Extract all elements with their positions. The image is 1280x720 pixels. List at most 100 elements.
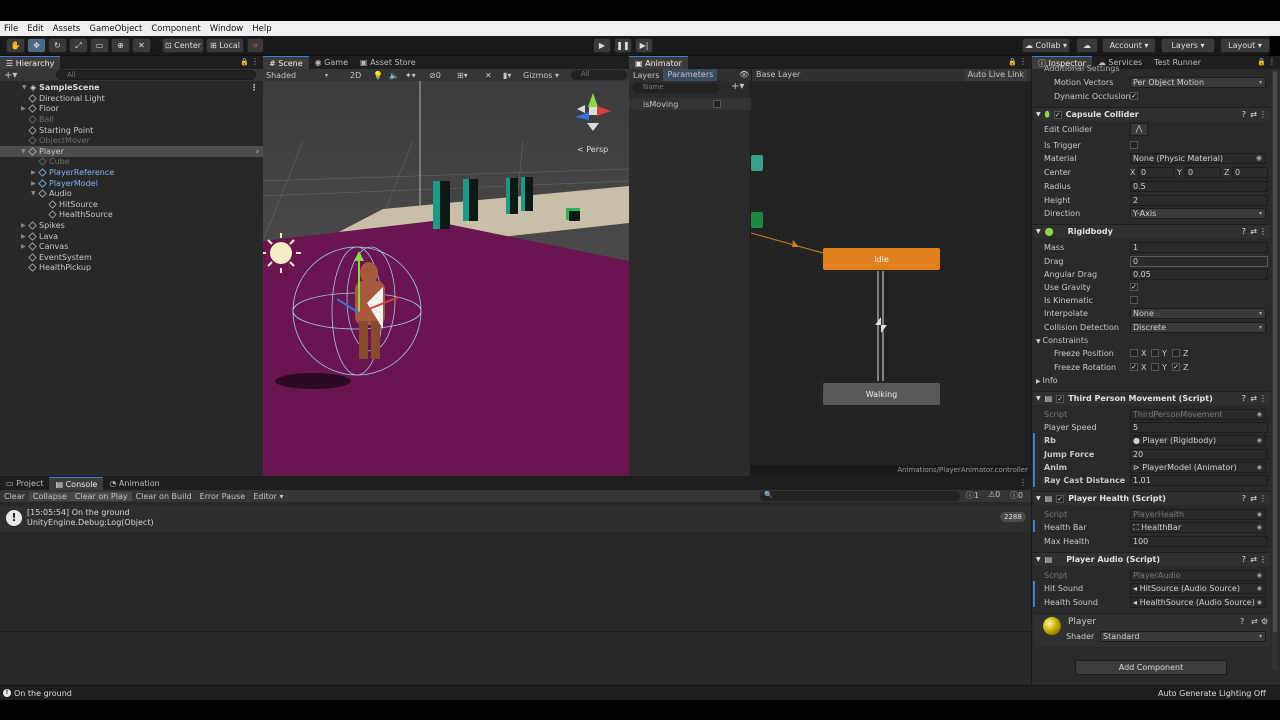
player-health-header[interactable]: ▼ ▤ ✓ Player Health (Script) ? ⇄ ⋮ (1034, 491, 1270, 505)
hierarchy-item[interactable]: Cube (0, 157, 263, 168)
material-gear-icon[interactable]: ⚙ (1261, 617, 1268, 626)
add-component-button[interactable]: Add Component (1075, 660, 1227, 675)
tab-project[interactable]: ▭ Project (0, 477, 49, 490)
transform-tool-icon[interactable]: ⊕ (111, 38, 130, 53)
hierarchy-item[interactable]: ▶ Spikes (0, 220, 263, 231)
animator-menu-icon[interactable]: ⋮ (1019, 57, 1027, 66)
gizmos-dropdown[interactable]: Gizmos ▾ (523, 71, 559, 80)
health-foldout-arrow-icon[interactable]: ▼ (1036, 495, 1041, 502)
collapse-button[interactable]: Collapse (28, 491, 71, 501)
hit-sound-picker-icon[interactable]: ◉ (1257, 584, 1262, 593)
parameter-bool-checkbox[interactable] (713, 100, 721, 108)
hierarchy-item[interactable]: ▶ PlayerModel (0, 178, 263, 189)
health-sound-field[interactable]: ◂ HealthSource (Audio Source) ◉ (1130, 597, 1266, 608)
inspector-scrollbar[interactable] (1272, 70, 1278, 670)
hierarchy-item[interactable]: Ball (0, 114, 263, 125)
angular-drag-field[interactable]: 0.05 (1130, 269, 1268, 280)
inspector-lock-icon[interactable]: 🔒 (1257, 58, 1266, 66)
hierarchy-item[interactable]: ▼ Audio (0, 188, 263, 199)
pivot-local-button[interactable]: ⊞ Local (206, 38, 244, 53)
hierarchy-item[interactable]: ObjectMover (0, 135, 263, 146)
is-trigger-checkbox[interactable] (1130, 141, 1138, 149)
scene-search-input[interactable]: All (571, 70, 627, 80)
rotate-tool-icon[interactable]: ↻ (48, 38, 67, 53)
scene-viewport[interactable]: < Persp (263, 81, 629, 476)
cloud-icon[interactable]: ☁ (1076, 38, 1098, 53)
rect-tool-icon[interactable]: ▭ (90, 38, 109, 53)
health-enabled-checkbox[interactable]: ✓ (1056, 494, 1065, 503)
menu-help[interactable]: Help (252, 24, 271, 34)
state-walking[interactable]: Walking (823, 383, 940, 405)
is-kinematic-checkbox[interactable] (1130, 296, 1138, 304)
panel-menu-icon[interactable]: ⋮ (251, 57, 259, 66)
inspector-scroll-thumb[interactable] (1273, 72, 1277, 632)
prefab-open-icon[interactable]: › (256, 147, 259, 156)
center-x-field[interactable]: 0 (1138, 167, 1174, 178)
ray-cast-distance-field[interactable]: 1.01 (1130, 475, 1268, 486)
hierarchy-item[interactable]: ▶ PlayerReference (0, 167, 263, 178)
info-foldout[interactable]: ▶ Info (1036, 376, 1058, 385)
rb-picker-icon[interactable]: ◉ (1257, 436, 1262, 445)
menu-assets[interactable]: Assets (53, 24, 81, 34)
material-field[interactable]: None (Physic Material) ◉ (1130, 153, 1266, 164)
tab-hierarchy[interactable]: ☰ Hierarchy (0, 56, 61, 69)
tools-icon[interactable]: ✕ (485, 71, 492, 80)
base-layer-breadcrumb[interactable]: Base Layer (756, 70, 800, 79)
effects-toggle-icon[interactable]: ✦▾ (405, 71, 416, 80)
menu-edit[interactable]: Edit (27, 24, 43, 34)
health-preset-icon[interactable]: ⇄ (1250, 494, 1257, 503)
console-search-input[interactable]: 🔍 (760, 491, 960, 501)
any-state-node[interactable] (751, 155, 763, 171)
direction-dropdown[interactable]: Y-Axis ▾ (1130, 208, 1266, 219)
health-sound-picker-icon[interactable]: ◉ (1257, 598, 1262, 607)
clear-button[interactable]: Clear (0, 492, 29, 501)
rb-menu-icon[interactable]: ⋮ (1259, 227, 1267, 236)
freeze-pos-y-checkbox[interactable] (1151, 349, 1159, 357)
freeze-rot-x-checkbox[interactable]: ✓ (1130, 363, 1138, 371)
component-menu-icon[interactable]: ⋮ (1259, 110, 1267, 119)
camera-icon[interactable]: ▮▾ (503, 71, 511, 80)
rb-preset-icon[interactable]: ⇄ (1250, 227, 1257, 236)
health-bar-field[interactable]: ⛶ HealthBar ◉ (1130, 522, 1266, 533)
edit-collider-button[interactable]: ⋀ (1130, 123, 1148, 136)
move-tool-icon[interactable]: ✥ (27, 38, 46, 53)
hierarchy-item[interactable]: Directional Light (0, 93, 263, 104)
menu-window[interactable]: Window (210, 24, 244, 34)
drag-field[interactable]: 0 (1130, 256, 1268, 267)
custom-tool-icon[interactable]: ✕ (132, 38, 151, 53)
hidden-objects-icon[interactable]: ⊘0 (429, 71, 441, 80)
play-button[interactable]: ▶ (593, 38, 611, 53)
parameters-subtab[interactable]: Parameters (663, 69, 718, 81)
tab-asset-store[interactable]: ▣ Asset Store (354, 56, 422, 69)
2d-toggle[interactable]: 2D (350, 71, 361, 80)
inspector-menu-icon[interactable]: ⋮ (1268, 57, 1276, 66)
create-plus-icon[interactable]: +▾ (4, 70, 17, 81)
log-entry[interactable]: ! [15:05:54] On the ground UnityEngine.D… (0, 506, 1031, 532)
height-field[interactable]: 2 (1130, 195, 1268, 206)
hierarchy-item[interactable]: ▶ Canvas (0, 241, 263, 252)
hierarchy-search-input[interactable]: All (56, 70, 256, 80)
max-health-field[interactable]: 100 (1130, 536, 1268, 547)
audio-foldout-arrow-icon[interactable]: ▼ (1036, 556, 1041, 563)
lighting-toggle-icon[interactable]: 💡 (373, 71, 383, 80)
center-y-field[interactable]: 0 (1185, 167, 1221, 178)
anim-picker-icon[interactable]: ◉ (1257, 463, 1262, 472)
clear-on-play-button[interactable]: Clear on Play (70, 491, 132, 501)
menu-file[interactable]: File (4, 24, 18, 34)
scale-tool-icon[interactable]: ⤢ (69, 38, 88, 53)
audio-preset-icon[interactable]: ⇄ (1250, 555, 1257, 564)
parameter-row[interactable]: isMoving (629, 98, 751, 110)
center-z-field[interactable]: 0 (1232, 167, 1268, 178)
step-button[interactable]: ▶| (635, 38, 653, 53)
info-count-toggle[interactable]: ⓘ1 (966, 490, 979, 501)
clear-on-build-button[interactable]: Clear on Build (132, 492, 196, 501)
pause-button[interactable]: ❚❚ (614, 38, 632, 53)
pivot-center-button[interactable]: ⊡ Center (162, 38, 204, 53)
layers-subtab[interactable]: Layers (629, 71, 663, 80)
error-pause-button[interactable]: Error Pause (196, 492, 250, 501)
grid-toggle-icon[interactable]: ⊞▾ (457, 71, 468, 80)
capsule-enabled-checkbox[interactable]: ✓ (1053, 110, 1062, 119)
entry-node[interactable] (751, 212, 763, 228)
eye-icon[interactable]: 👁 (739, 70, 749, 79)
add-parameter-icon[interactable]: +▾ (731, 81, 744, 92)
